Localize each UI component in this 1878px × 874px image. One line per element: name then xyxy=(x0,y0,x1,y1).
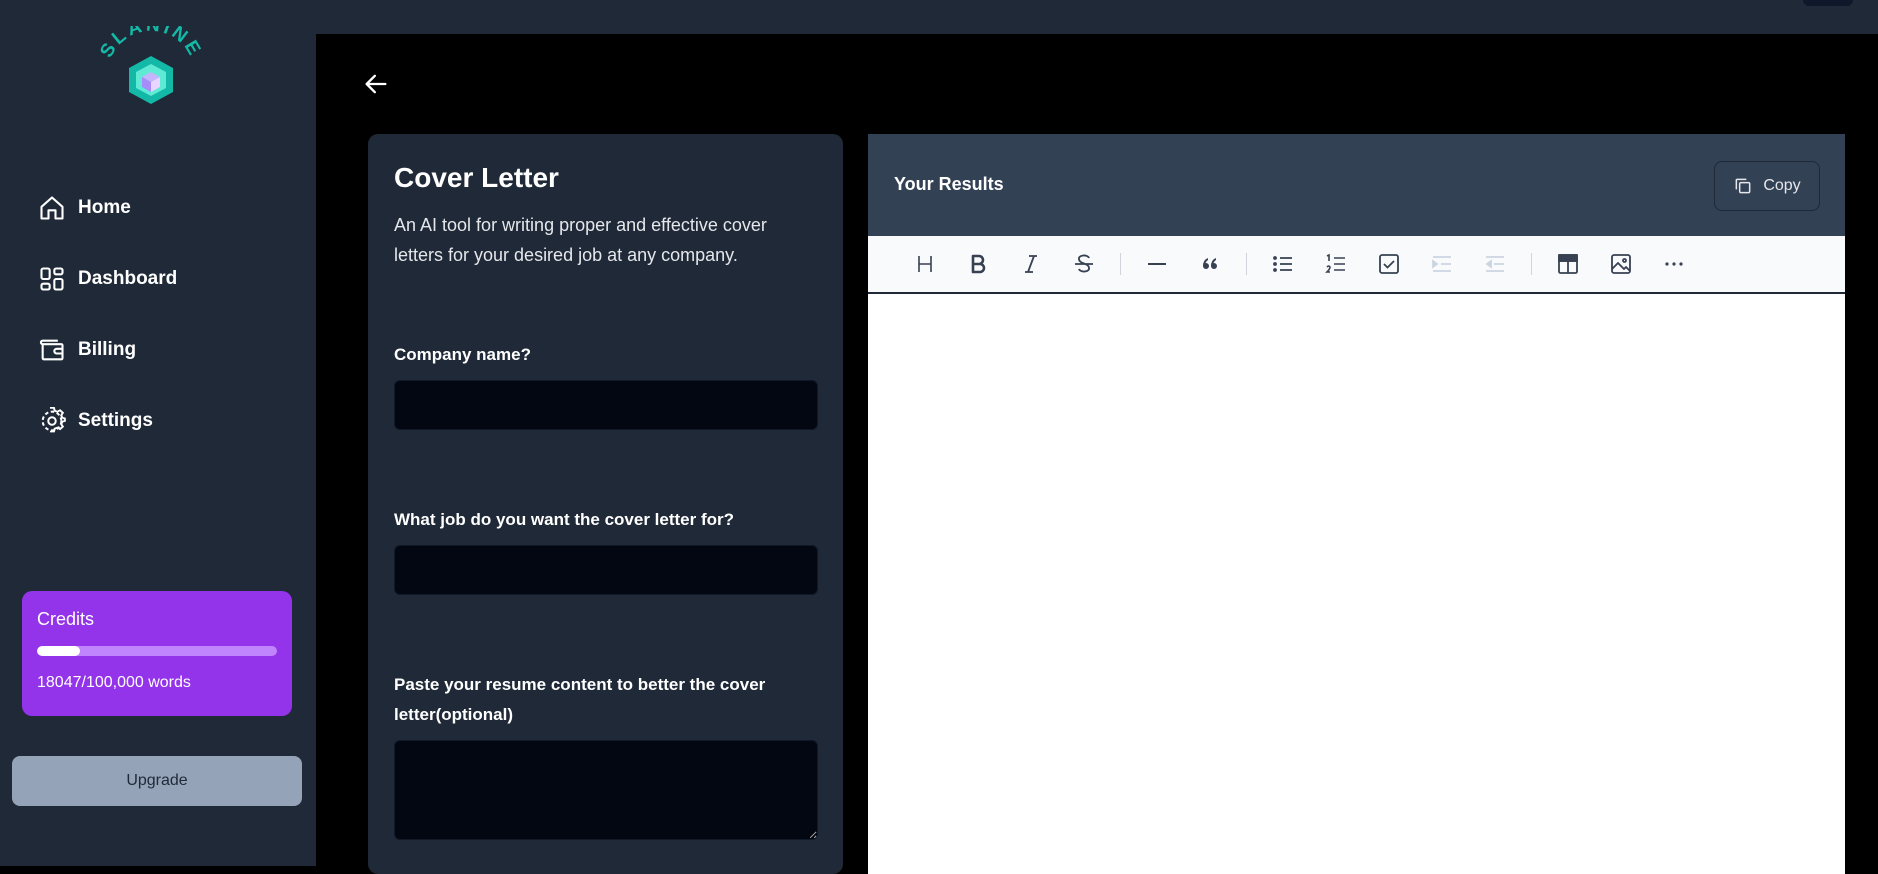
page-description: An AI tool for writing proper and effect… xyxy=(394,215,767,265)
indent-icon xyxy=(1432,256,1451,272)
bullet-list-button[interactable] xyxy=(1266,247,1300,281)
copy-button[interactable]: Copy xyxy=(1714,161,1820,211)
back-arrow-icon[interactable] xyxy=(362,70,390,98)
heading-button[interactable] xyxy=(908,247,942,281)
horizontal-rule-icon xyxy=(1148,263,1166,265)
sidebar-item-home[interactable]: Home xyxy=(38,190,131,226)
credits-card: Credits 18047/100,000 words xyxy=(22,591,292,716)
job-label: What job do you want the cover letter fo… xyxy=(394,510,735,529)
bullet-list-icon xyxy=(1273,256,1292,272)
outdent-button[interactable] xyxy=(1478,247,1512,281)
image-icon xyxy=(1611,254,1631,274)
quote-icon xyxy=(1203,258,1217,269)
task-list-icon xyxy=(1379,254,1399,274)
resume-label: Paste your resume content to better the … xyxy=(394,675,766,724)
toolbar-separator xyxy=(1531,253,1532,275)
image-button[interactable] xyxy=(1604,247,1638,281)
italic-icon xyxy=(1025,255,1037,273)
italic-button[interactable] xyxy=(1014,247,1048,281)
copy-icon xyxy=(1735,178,1751,194)
editor-toolbar xyxy=(868,236,1845,294)
job-input[interactable] xyxy=(394,545,818,595)
gear-icon xyxy=(41,407,66,433)
table-icon xyxy=(1558,254,1578,274)
sidebar-item-label: Settings xyxy=(78,410,153,431)
sidebar-item-dashboard[interactable]: Dashboard xyxy=(38,261,177,297)
company-name-label: Company name? xyxy=(394,345,531,364)
more-icon xyxy=(1665,262,1683,266)
top-bar xyxy=(316,0,1878,34)
form-panel: Cover Letter An AI tool for writing prop… xyxy=(368,134,843,874)
results-header: Your Results Copy xyxy=(868,134,1845,236)
toolbar-separator xyxy=(1120,253,1121,275)
sidebar-item-label: Billing xyxy=(78,339,137,360)
indent-button[interactable] xyxy=(1425,247,1459,281)
bold-icon xyxy=(971,254,986,274)
logo: SLANINE xyxy=(96,26,203,104)
sidebar-item-billing[interactable]: Billing xyxy=(38,332,136,368)
credits-progress-fill xyxy=(37,646,81,656)
sidebar-item-settings[interactable]: Settings xyxy=(38,403,153,439)
sidebar-item-label: Home xyxy=(78,197,131,218)
results-panel: Your Results Copy xyxy=(868,134,1845,874)
ordered-list-button[interactable] xyxy=(1319,247,1353,281)
bold-button[interactable] xyxy=(961,247,995,281)
topbar-button[interactable] xyxy=(1803,0,1853,6)
quote-button[interactable] xyxy=(1193,247,1227,281)
strikethrough-icon xyxy=(1075,254,1093,273)
resume-textarea[interactable] xyxy=(394,740,818,840)
credits-progress-bar xyxy=(37,646,277,656)
editor-content-area[interactable] xyxy=(868,294,1845,874)
horizontal-rule-button[interactable] xyxy=(1140,247,1174,281)
upgrade-button[interactable]: Upgrade xyxy=(12,756,302,806)
task-list-button[interactable] xyxy=(1372,247,1406,281)
more-button[interactable] xyxy=(1657,247,1691,281)
toolbar-separator xyxy=(1246,253,1247,275)
sidebar-item-label: Dashboard xyxy=(78,268,178,289)
table-button[interactable] xyxy=(1551,247,1585,281)
wallet-icon xyxy=(39,339,64,361)
results-title: Your Results xyxy=(894,174,1004,194)
company-name-input[interactable] xyxy=(394,380,818,430)
heading-icon xyxy=(918,256,932,272)
ordered-list-icon xyxy=(1325,253,1345,273)
dashboard-icon xyxy=(40,267,64,291)
credits-usage-text: 18047/100,000 words xyxy=(37,674,191,691)
home-icon xyxy=(40,196,64,220)
credits-title: Credits xyxy=(37,609,95,629)
strikethrough-button[interactable] xyxy=(1067,247,1101,281)
outdent-icon xyxy=(1485,256,1504,272)
page-title: Cover Letter xyxy=(394,162,559,193)
sidebar: SLANINE Home Dashboard Billing xyxy=(0,0,316,866)
copy-label: Copy xyxy=(1763,177,1801,194)
